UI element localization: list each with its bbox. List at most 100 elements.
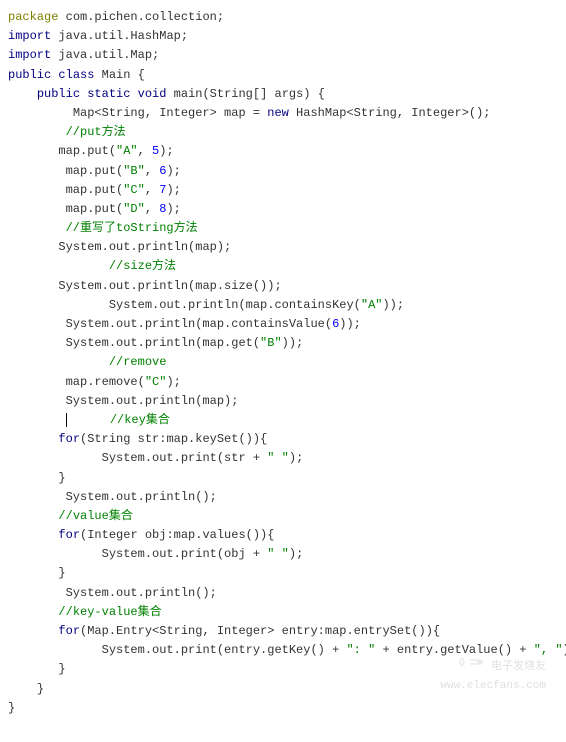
code-token: (Integer obj:map.values()){ xyxy=(80,528,274,542)
code-token: for xyxy=(58,528,80,542)
code-token: ); xyxy=(159,144,173,158)
code-token: //put方法 xyxy=(66,125,126,139)
code-token: com.pichen.collection; xyxy=(58,10,224,24)
code-line: import java.util.HashMap; xyxy=(8,27,558,46)
code-token: System.out.print(obj + xyxy=(102,547,268,561)
code-token: } xyxy=(58,662,65,676)
code-line: import java.util.Map; xyxy=(8,46,558,65)
watermark-url: www.elecfans.com xyxy=(440,680,546,692)
code-line: //value集合 xyxy=(8,507,558,526)
code-line: System.out.println(); xyxy=(8,584,558,603)
code-token: } xyxy=(37,682,44,696)
code-token: System.out.print(entry.getKey() + xyxy=(102,643,347,657)
code-token: , xyxy=(145,202,159,216)
code-line: //remove xyxy=(8,353,558,372)
code-line: map.put("C", 7); xyxy=(8,181,558,200)
code-line: public static void main(String[] args) { xyxy=(8,85,558,104)
code-token: void xyxy=(138,87,167,101)
code-token: System.out.println(map.containsKey( xyxy=(109,298,361,312)
code-token: ); xyxy=(563,643,566,657)
code-line: for(Map.Entry<String, Integer> entry:map… xyxy=(8,622,558,641)
code-token: System.out.println(map); xyxy=(58,240,231,254)
watermark-icon xyxy=(456,654,484,678)
code-token: map.put( xyxy=(66,183,124,197)
code-token: "D" xyxy=(123,202,145,216)
code-token: //remove xyxy=(109,355,167,369)
code-token: //重写了toString方法 xyxy=(66,221,198,235)
code-token: java.util.Map; xyxy=(51,48,159,62)
code-token: System.out.println(map.containsValue( xyxy=(66,317,332,331)
code-line: map.put("D", 8); xyxy=(8,200,558,219)
code-line: map.put("B", 6); xyxy=(8,162,558,181)
code-token: package xyxy=(8,10,58,24)
code-token: "B" xyxy=(123,164,145,178)
code-token: System.out.println(map.get( xyxy=(66,336,260,350)
code-token: ); xyxy=(166,202,180,216)
code-token: //key-value集合 xyxy=(58,605,161,619)
code-token: public xyxy=(37,87,80,101)
code-line: map.remove("C"); xyxy=(8,373,558,392)
code-token: )); xyxy=(339,317,361,331)
code-token: System.out.print(str + xyxy=(102,451,268,465)
code-line: System.out.println(map.size()); xyxy=(8,277,558,296)
code-token: System.out.println(); xyxy=(66,490,217,504)
code-token: " " xyxy=(267,451,289,465)
code-line: //size方法 xyxy=(8,257,558,276)
code-token: HashMap<String, Integer>(); xyxy=(289,106,491,120)
code-line: System.out.println(map.containsValue(6))… xyxy=(8,315,558,334)
code-token: } xyxy=(58,471,65,485)
code-token: for xyxy=(58,432,80,446)
code-token: ); xyxy=(289,451,303,465)
code-token: main(String[] args) { xyxy=(166,87,324,101)
code-line: map.put("A", 5); xyxy=(8,142,558,161)
code-token: (String str:map.keySet()){ xyxy=(80,432,267,446)
code-line: } xyxy=(8,699,558,718)
code-token: import xyxy=(8,48,51,62)
code-token: "C" xyxy=(145,375,167,389)
watermark-text: 电子发烧友 xyxy=(491,661,546,673)
code-token: ": " xyxy=(346,643,375,657)
code-token: Main { xyxy=(94,68,144,82)
code-token: ); xyxy=(166,164,180,178)
code-line: System.out.println(map.get("B")); xyxy=(8,334,558,353)
code-token: static xyxy=(87,87,130,101)
code-token: System.out.println(); xyxy=(66,586,217,600)
code-token xyxy=(130,87,137,101)
code-token: } xyxy=(58,566,65,580)
code-line: //put方法 xyxy=(8,123,558,142)
code-line: } xyxy=(8,469,558,488)
code-line: for(Integer obj:map.values()){ xyxy=(8,526,558,545)
code-token: java.util.HashMap; xyxy=(51,29,188,43)
code-token: System.out.println(map.size()); xyxy=(58,279,281,293)
code-token xyxy=(67,413,110,427)
code-line: public class Main { xyxy=(8,66,558,85)
code-token: ); xyxy=(289,547,303,561)
code-token: map.put( xyxy=(66,202,124,216)
code-token: public xyxy=(8,68,51,82)
code-token: , xyxy=(145,183,159,197)
code-line: System.out.println(map); xyxy=(8,392,558,411)
code-token: ); xyxy=(166,375,180,389)
code-token: //value集合 xyxy=(58,509,132,523)
code-line: System.out.println(map); xyxy=(8,238,558,257)
code-token: )); xyxy=(382,298,404,312)
code-token: map.put( xyxy=(58,144,116,158)
code-line: //key-value集合 xyxy=(8,603,558,622)
code-token: " " xyxy=(267,547,289,561)
code-token: new xyxy=(267,106,289,120)
code-token: } xyxy=(8,701,15,715)
code-token: "B" xyxy=(260,336,282,350)
code-token: import xyxy=(8,29,51,43)
code-token: "A" xyxy=(116,144,138,158)
code-token: "C" xyxy=(123,183,145,197)
code-line: Map<String, Integer> map = new HashMap<S… xyxy=(8,104,558,123)
code-token: )); xyxy=(282,336,304,350)
code-line: System.out.println(map.containsKey("A"))… xyxy=(8,296,558,315)
code-token: , xyxy=(138,144,152,158)
code-token: //size方法 xyxy=(109,259,176,273)
code-line: } xyxy=(8,564,558,583)
code-token: (Map.Entry<String, Integer> entry:map.en… xyxy=(80,624,440,638)
watermark: 电子发烧友 www.elecfans.com xyxy=(440,654,546,696)
code-line: for(String str:map.keySet()){ xyxy=(8,430,558,449)
code-block: package com.pichen.collection; import jav… xyxy=(8,8,558,718)
